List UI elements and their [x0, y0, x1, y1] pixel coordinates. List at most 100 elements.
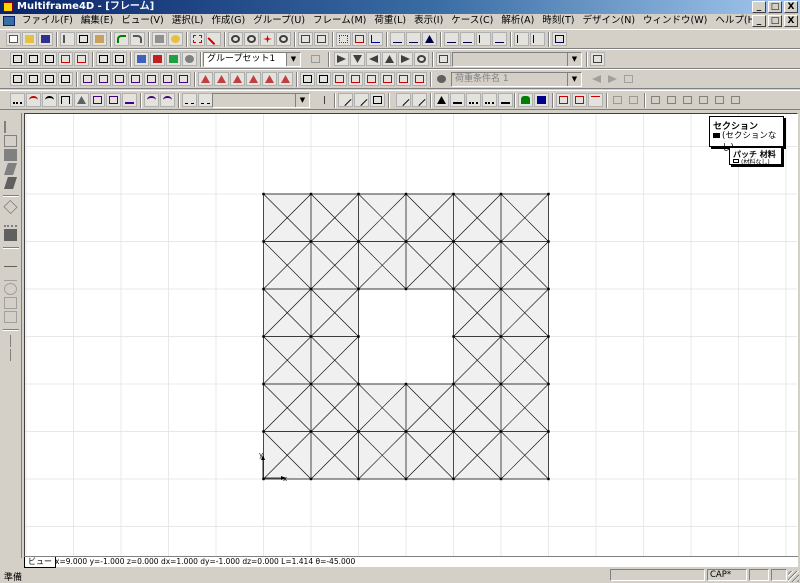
maximize-button[interactable]: □ [768, 1, 782, 13]
menu-display[interactable]: 表示(I) [410, 14, 447, 28]
zoom-out-button[interactable] [244, 32, 259, 46]
add-node-member-button[interactable] [412, 93, 427, 107]
menu-select[interactable]: 選択(L) [168, 14, 208, 28]
tool-fill-icon[interactable] [4, 229, 17, 241]
chevron-down-icon[interactable]: ▼ [295, 94, 309, 107]
chevron-down-icon[interactable]: ▼ [567, 53, 581, 66]
next-case-button[interactable] [605, 72, 620, 86]
draw-rectangle-button[interactable] [370, 93, 385, 107]
create-arc-button[interactable] [42, 93, 57, 107]
section-legend[interactable]: セクション (セクションなし) [709, 116, 784, 153]
create-beam-button[interactable] [10, 93, 25, 107]
dimension-button[interactable] [182, 93, 197, 107]
create-grid-button[interactable] [90, 93, 105, 107]
minimize-button[interactable]: _ [752, 1, 766, 13]
load-type-1-button[interactable] [198, 72, 213, 86]
load-left-button[interactable] [366, 52, 381, 66]
menu-view[interactable]: ビュー(V) [117, 14, 167, 28]
pan-button[interactable] [260, 32, 275, 46]
mdi-minimize-button[interactable]: _ [752, 15, 766, 27]
support-fixed-button[interactable] [450, 93, 465, 107]
rendered-view-button[interactable] [58, 52, 73, 66]
create-vault-button[interactable] [160, 93, 175, 107]
menu-group[interactable]: グループ(U) [249, 14, 309, 28]
paste-button[interactable] [92, 32, 107, 46]
list-button[interactable] [96, 52, 111, 66]
close-button[interactable]: X [784, 1, 798, 13]
rigid-link-button[interactable] [626, 93, 641, 107]
new-file-button[interactable] [6, 32, 21, 46]
transform-d-button[interactable] [696, 93, 711, 107]
support-slide-button[interactable] [482, 93, 497, 107]
transform-c-button[interactable] [680, 93, 695, 107]
create-curve-button[interactable] [26, 93, 41, 107]
add-member-button[interactable] [396, 93, 411, 107]
grid-button[interactable] [336, 32, 351, 46]
load-right-button[interactable] [398, 52, 413, 66]
tool-dash-icon[interactable] [4, 255, 17, 267]
tool-dots-icon[interactable] [4, 215, 17, 227]
load-down-button[interactable] [350, 52, 365, 66]
springs-button[interactable] [492, 32, 507, 46]
node-labels-button[interactable] [390, 32, 405, 46]
tool-pin-icon[interactable] [4, 297, 17, 309]
global-load-button[interactable] [316, 72, 331, 86]
panels-button[interactable] [314, 32, 329, 46]
frame-window-button[interactable] [134, 52, 149, 66]
release-a-button[interactable] [556, 93, 571, 107]
load-up-button[interactable] [382, 52, 397, 66]
menu-analyze[interactable]: 解析(A) [497, 14, 538, 28]
group-set-select[interactable]: グループセット1 ▼ [203, 52, 301, 67]
load-type-5-button[interactable] [262, 72, 277, 86]
display-2-button[interactable] [96, 72, 111, 86]
load-case-select[interactable]: ▼ [452, 52, 582, 67]
chevron-down-icon[interactable]: ▼ [286, 53, 300, 66]
save-button[interactable] [38, 32, 53, 46]
offset-button[interactable] [610, 93, 625, 107]
menu-design[interactable]: デザイン(N) [579, 14, 640, 28]
node-axes-button[interactable] [476, 32, 491, 46]
section-view-button[interactable] [74, 52, 89, 66]
frame-model-drawing[interactable]: y x [25, 114, 797, 556]
member-labels-button[interactable] [406, 32, 421, 46]
create-mesh-button[interactable] [106, 93, 121, 107]
tool-plate-icon[interactable] [4, 177, 17, 189]
menu-frame[interactable]: フレーム(M) [309, 14, 370, 28]
create-dome-button[interactable] [144, 93, 159, 107]
undo-button[interactable] [114, 32, 129, 46]
supports-button[interactable] [422, 32, 437, 46]
tool-axis-icon[interactable] [10, 335, 11, 347]
tool-member-icon[interactable] [4, 121, 17, 133]
offsets-button[interactable] [530, 32, 545, 46]
copy-button[interactable] [76, 32, 91, 46]
mdi-restore-button[interactable]: □ [768, 15, 782, 27]
top-view-button[interactable] [42, 52, 57, 66]
display-5-button[interactable] [144, 72, 159, 86]
display-7-button[interactable] [176, 72, 191, 86]
transform-a-button[interactable] [648, 93, 663, 107]
load-type-6-button[interactable] [278, 72, 293, 86]
menu-case[interactable]: ケース(C) [447, 14, 497, 28]
columns-button[interactable] [298, 32, 313, 46]
mass-button[interactable] [534, 93, 549, 107]
zoom-in-button[interactable] [228, 32, 243, 46]
right-view-button[interactable] [26, 52, 41, 66]
load-case-icon-button[interactable] [434, 72, 449, 86]
menu-edit[interactable]: 編集(E) [77, 14, 117, 28]
load-window-button[interactable] [150, 52, 165, 66]
tool-diamond-icon[interactable] [3, 199, 18, 215]
plot-window-button[interactable] [182, 52, 197, 66]
thermal-load-button[interactable] [364, 72, 379, 86]
releases-button[interactable] [460, 32, 475, 46]
select-button[interactable] [190, 32, 205, 46]
result-window-button[interactable] [166, 52, 181, 66]
menu-window[interactable]: ウィンドウ(W) [639, 14, 711, 28]
menu-create[interactable]: 作成(G) [207, 14, 249, 28]
moment-button[interactable] [414, 52, 429, 66]
help-button[interactable] [168, 32, 183, 46]
open-file-button[interactable] [22, 32, 37, 46]
panel-load-button[interactable] [332, 72, 347, 86]
load-type-4-button[interactable] [246, 72, 261, 86]
member-axes-button[interactable] [514, 32, 529, 46]
chevron-down-icon[interactable]: ▼ [567, 73, 581, 86]
